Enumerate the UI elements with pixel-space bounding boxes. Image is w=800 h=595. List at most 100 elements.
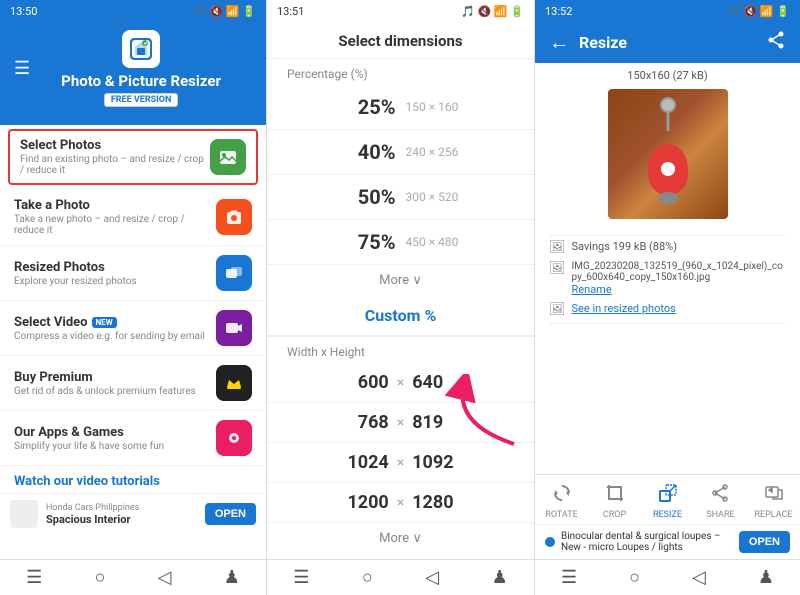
- watch-tutorials[interactable]: Watch our video tutorials: [0, 466, 266, 493]
- bottom-nav-3: ☰ ○ ◁ ♟: [535, 559, 800, 595]
- toolbar-replace[interactable]: REPLACE: [747, 483, 800, 520]
- bottom-nav-2: ☰ ○ ◁ ♟: [267, 559, 534, 595]
- wh-row-1200-1280[interactable]: 1200 × 1280: [267, 483, 534, 523]
- nav-person-icon[interactable]: ♟: [224, 567, 240, 588]
- take-photo-icon-btn[interactable]: [216, 199, 252, 235]
- wh-x-3: ×: [397, 455, 404, 471]
- percentage-label: Percentage (%): [267, 59, 534, 85]
- resized-photos-icon-btn[interactable]: [216, 255, 252, 291]
- crop-icon: [605, 483, 625, 508]
- menu-item-subtitle-our-apps: Simplify your life & have some fun: [14, 441, 216, 452]
- replace-label: REPLACE: [754, 510, 792, 520]
- crop-label: CROP: [603, 510, 626, 520]
- wh-h-640: 640: [412, 372, 443, 393]
- wh-row-1024-1092[interactable]: 1024 × 1092: [267, 443, 534, 483]
- wh-w-600: 600: [358, 372, 389, 393]
- select-photos-icon-btn[interactable]: [210, 139, 246, 175]
- ad-open-btn-3[interactable]: OPEN: [739, 531, 790, 553]
- wh-w-1200: 1200: [347, 492, 388, 513]
- nav-circle-icon[interactable]: ○: [95, 567, 106, 588]
- rename-link[interactable]: Rename: [572, 283, 786, 296]
- replace-icon: [764, 483, 784, 508]
- dim-row-75[interactable]: 75% 450 × 480: [267, 220, 534, 265]
- status-time-3: 13:52: [545, 5, 572, 18]
- photo-label: 150x160 (27 kB): [535, 63, 800, 85]
- nav2-back-icon[interactable]: ◁: [425, 567, 439, 588]
- menu-item-subtitle-resized-photos: Explore your resized photos: [14, 276, 216, 287]
- ad2-dot-icon: [545, 537, 555, 547]
- more-wh[interactable]: More ∨: [267, 523, 534, 554]
- share-header-icon[interactable]: [766, 30, 786, 55]
- status-icons-3: 🎵 🔇 📶 🔋: [727, 5, 790, 18]
- wh-x-4: ×: [397, 495, 404, 511]
- menu-item-subtitle-take-photo: Take a new photo – and resize / crop / r…: [14, 214, 216, 236]
- nav2-person-icon[interactable]: ♟: [492, 567, 508, 588]
- see-resized-link[interactable]: See in resized photos: [572, 302, 676, 315]
- phone3-title: Resize: [579, 33, 756, 52]
- rotate-label: ROTATE: [545, 510, 577, 520]
- wh-row-768-819[interactable]: 768 × 819: [267, 403, 534, 443]
- new-badge: NEW: [92, 317, 117, 328]
- toolbar-resize[interactable]: RESIZE: [641, 483, 694, 520]
- dim-row-50[interactable]: 50% 300 × 520: [267, 175, 534, 220]
- resize-label: RESIZE: [653, 510, 682, 520]
- nav2-circle-icon[interactable]: ○: [362, 567, 373, 588]
- ad-banner-1: Honda Cars Philippines Spacious Interior…: [0, 493, 266, 534]
- app-logo-icon: [122, 30, 160, 68]
- nav-back-icon[interactable]: ◁: [158, 567, 172, 588]
- menu-item-resized-photos[interactable]: Resized Photos Explore your resized phot…: [0, 246, 266, 301]
- share-label: SHARE: [706, 510, 734, 520]
- photo-container: [535, 85, 800, 223]
- toolbar-share[interactable]: SHARE: [694, 483, 747, 520]
- hamburger-icon[interactable]: ☰: [14, 58, 30, 79]
- menu-item-title-take-photo: Take a Photo: [14, 198, 216, 213]
- toolbar-rotate[interactable]: ROTATE: [535, 483, 588, 520]
- share-icon: [711, 483, 731, 508]
- menu-list: Select Photos Find an existing photo – a…: [0, 125, 266, 559]
- ad2-text: Binocular dental & surgical loupes – New…: [561, 531, 739, 553]
- resize-icon: [658, 483, 678, 508]
- status-bar-3: 13:52 🎵 🔇 📶 🔋: [535, 0, 800, 22]
- menu-item-our-apps[interactable]: Our Apps & Games Simplify your life & ha…: [0, 411, 266, 466]
- dim-size-40: 240 × 256: [406, 145, 476, 159]
- apps-icon: [224, 428, 244, 448]
- buy-premium-icon-btn[interactable]: [216, 365, 252, 401]
- app-icon-svg: [127, 35, 155, 63]
- status-icons-1: 🎵 🔇 📶 🔋: [193, 5, 256, 18]
- menu-item-subtitle-buy-premium: Get rid of ads & unlock premium features: [14, 386, 216, 397]
- more-percentage[interactable]: More ∨: [267, 265, 534, 296]
- resize-info: 🖼 Savings 199 kB (88%) 🖼 IMG_20230208_13…: [535, 223, 800, 336]
- nav3-menu-icon[interactable]: ☰: [561, 567, 577, 588]
- wh-h-819: 819: [412, 412, 443, 433]
- wh-h-1280: 1280: [412, 492, 453, 513]
- menu-item-buy-premium[interactable]: Buy Premium Get rid of ads & unlock prem…: [0, 356, 266, 411]
- file-icon: 🖼: [549, 261, 566, 276]
- custom-percent-btn[interactable]: Custom %: [267, 296, 534, 337]
- savings-row: 🖼 Savings 199 kB (88%): [549, 240, 786, 255]
- wh-row-600-640[interactable]: 600 × 640: [267, 363, 534, 403]
- our-apps-icon-btn[interactable]: [216, 420, 252, 456]
- menu-item-select-photos[interactable]: Select Photos Find an existing photo – a…: [8, 129, 258, 185]
- back-arrow-icon[interactable]: ←: [549, 30, 569, 55]
- menu-item-select-video[interactable]: Select Video NEW Compress a video e.g. f…: [0, 301, 266, 356]
- dim-row-40[interactable]: 40% 240 × 256: [267, 130, 534, 175]
- bottom-nav-1: ☰ ○ ◁ ♟: [0, 559, 266, 595]
- dim-row-25[interactable]: 25% 150 × 160: [267, 85, 534, 130]
- status-bar-1: 13:50 🎵 🔇 📶 🔋: [0, 0, 266, 22]
- nav2-menu-icon[interactable]: ☰: [293, 567, 309, 588]
- toolbar-crop[interactable]: CROP: [588, 483, 641, 520]
- free-badge: FREE VERSION: [104, 93, 179, 107]
- menu-item-title-our-apps: Our Apps & Games: [14, 425, 216, 440]
- select-video-icon-btn[interactable]: [216, 310, 252, 346]
- phone1: 13:50 🎵 🔇 📶 🔋 ☰ Photo & Picture Resize: [0, 0, 266, 595]
- nav3-circle-icon[interactable]: ○: [629, 567, 640, 588]
- rotate-icon: [552, 483, 572, 508]
- menu-item-take-photo[interactable]: Take a Photo Take a new photo – and resi…: [0, 189, 266, 246]
- crown-icon: [224, 373, 244, 393]
- nav3-back-icon[interactable]: ◁: [692, 567, 706, 588]
- nav3-person-icon[interactable]: ♟: [758, 567, 774, 588]
- nav-menu-icon[interactable]: ☰: [26, 567, 42, 588]
- ad-open-btn-1[interactable]: OPEN: [205, 503, 256, 525]
- app-header: ☰ Photo & Picture Resizer FREE VERSION: [0, 22, 266, 125]
- savings-icon: 🖼: [549, 240, 566, 255]
